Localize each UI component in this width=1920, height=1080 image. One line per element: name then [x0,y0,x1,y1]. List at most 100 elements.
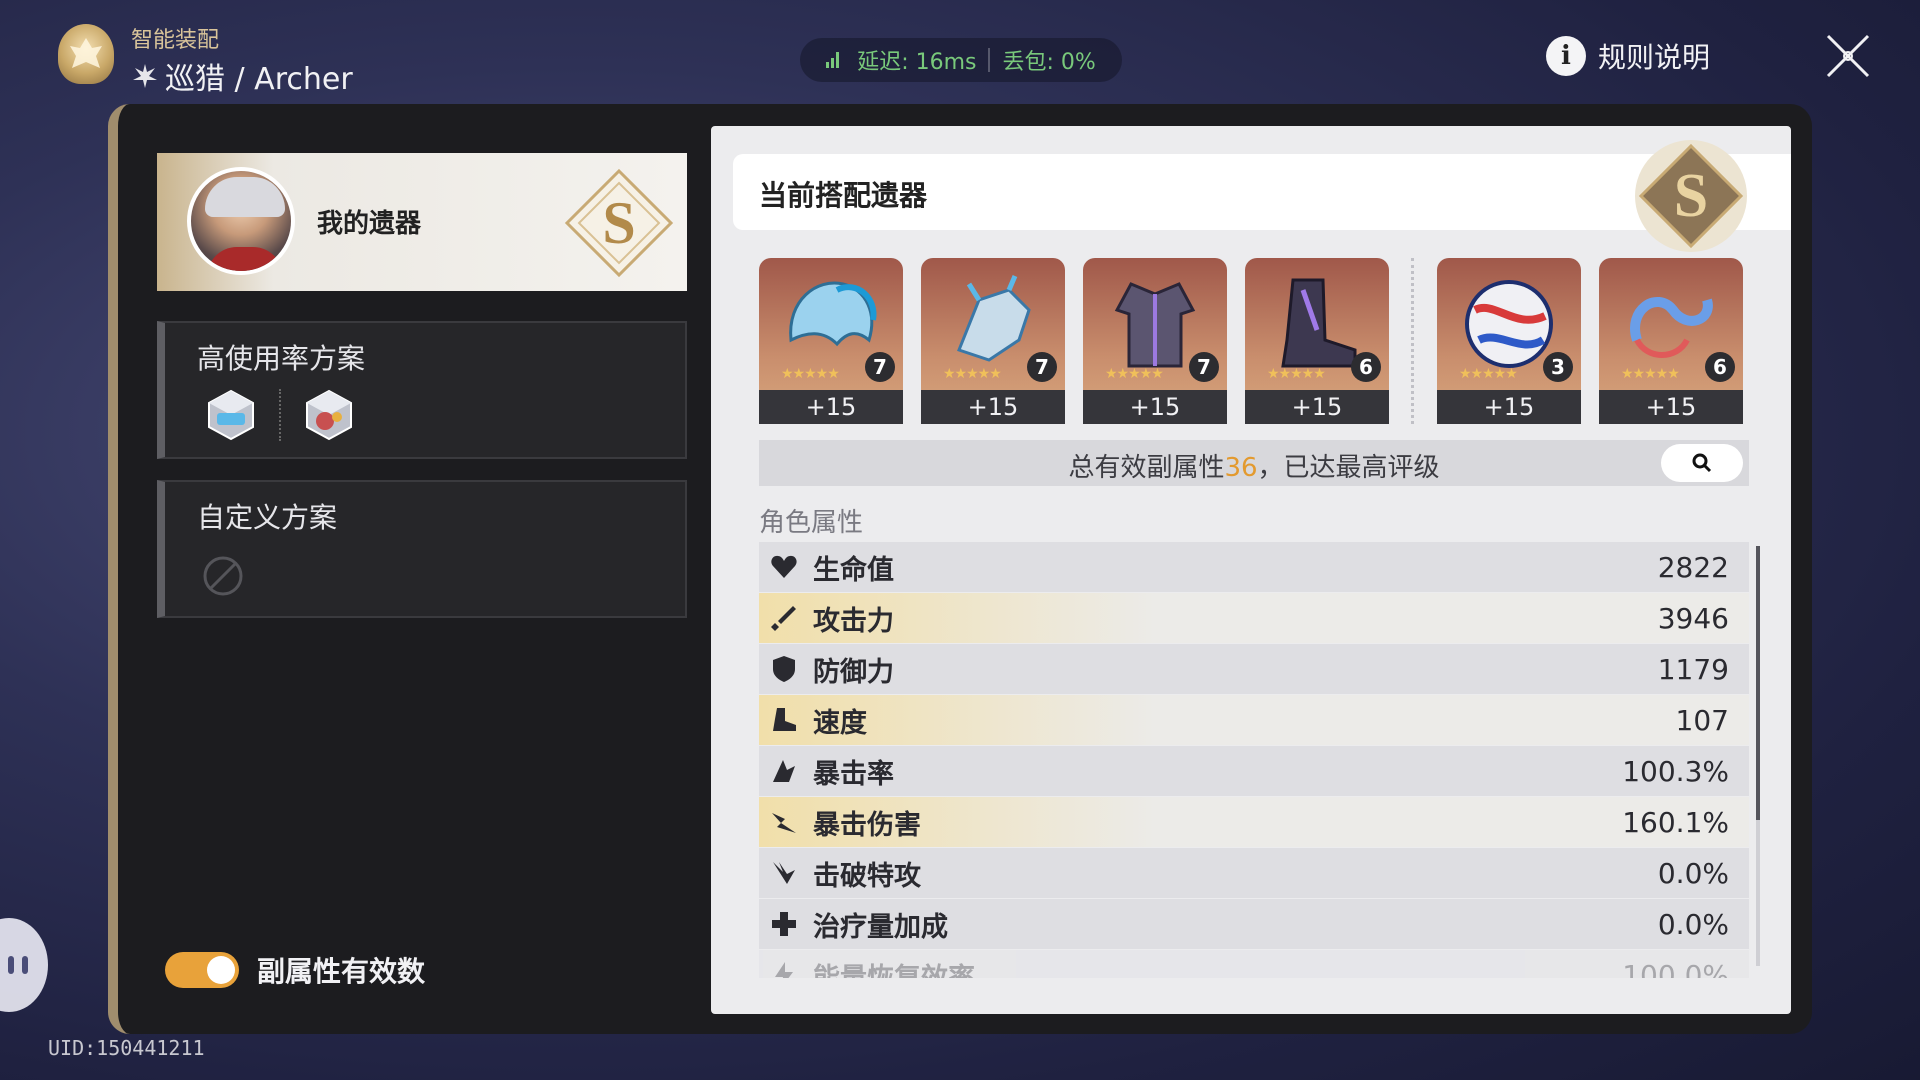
latency-text: 延迟: 16ms [857,50,977,75]
my-relic-card[interactable]: 我的遗器 S [157,153,687,291]
relic-enhance-level: +15 [1599,390,1743,424]
custom-title: 自定义方案 [197,501,338,534]
uid-text: UID:150441211 [48,1036,205,1060]
rank-badge: S [1633,138,1749,254]
search-button[interactable] [1661,444,1743,482]
stat-name: 防御力 [813,656,894,688]
current-relics-panel: 当前搭配遗器 S ★★★★★ 7 +15 ★★★★★ 7 +15 ★★★★★ 7… [711,126,1791,1014]
relic-enhance-level: +15 [759,390,903,424]
network-status: 延迟: 16ms 丢包: 0% [800,38,1122,82]
stat-row-crit-rate: 暴击率 100.3% [759,746,1749,796]
stat-name: 治疗量加成 [813,911,948,943]
relic-stars: ★★★★★ [781,366,840,382]
substat-summary-bar: 总有效副属性36，已达最高评级 [759,440,1749,486]
relic-head[interactable]: ★★★★★ 7 +15 [759,258,903,424]
stat-name: 击破特攻 [813,860,921,892]
my-relic-label: 我的遗器 [317,209,422,239]
relic-stars: ★★★★★ [943,366,1002,382]
character-name: 巡猎 / Archer [165,62,353,97]
relic-stars: ★★★★★ [1105,366,1164,382]
rules-button[interactable]: i 规则说明 [1546,34,1710,78]
toggle-label: 副属性有效数 [257,955,426,988]
stat-row-break: 击破特攻 0.0% [759,848,1749,898]
rules-label: 规则说明 [1598,41,1711,74]
stat-name: 生命值 [813,554,894,586]
relic-level-badge: 6 [1705,352,1735,382]
sword-icon [771,606,796,631]
stat-value: 0.0% [1657,907,1729,941]
effective-substats-toggle[interactable] [165,952,239,988]
stat-row-spd: 速度 107 [759,695,1749,745]
high-usage-title: 高使用率方案 [197,342,366,375]
scrollbar-thumb[interactable] [1756,546,1760,820]
stat-row-atk: 攻击力 3946 [759,593,1749,643]
relic-level-badge: 7 [1027,352,1057,382]
substat-count: 36 [1224,453,1258,483]
rank-badge: S [563,167,675,279]
boot-icon [773,708,796,731]
empty-slot-icon[interactable] [201,554,245,598]
preset-cube-icon[interactable] [301,387,357,443]
relic-level-badge: 6 [1351,352,1381,382]
heart-icon [771,555,797,578]
character-emblem-icon [58,24,114,84]
divider [1411,258,1414,424]
divider [988,48,991,72]
relic-stars: ★★★★★ [1267,366,1326,382]
heal-icon [772,912,796,936]
stat-value: 2822 [1657,550,1729,584]
relic-enhance-level: +15 [1245,390,1389,424]
side-handle[interactable] [0,918,48,1012]
custom-section: 自定义方案 [157,480,687,618]
relic-row: ★★★★★ 7 +15 ★★★★★ 7 +15 ★★★★★ 7 +15 ★★★★… [759,258,1749,424]
preset-cube-icon[interactable] [203,387,259,443]
current-relics-header: 当前搭配遗器 S [733,140,1791,252]
stat-value: 1179 [1657,652,1729,686]
stat-value: 0.0% [1657,856,1729,890]
stat-value: 107 [1675,703,1729,737]
relic-enhance-level: +15 [1083,390,1227,424]
attributes-heading: 角色属性 [759,508,864,538]
relic-hands[interactable]: ★★★★★ 7 +15 [921,258,1065,424]
character-title: 巡猎 / Archer [131,54,353,98]
search-icon [1692,453,1712,473]
substat-summary: 总有效副属性36，已达最高评级 [1068,453,1440,483]
stat-row-hp: 生命值 2822 [759,542,1749,592]
crit-dmg-icon [772,813,796,833]
stat-list: 生命值 2822 攻击力 3946 防御力 1179 速度 107 暴击率 10… [759,542,1749,978]
relic-enhance-level: +15 [921,390,1065,424]
stat-value: 100.0% [1622,958,1729,979]
relic-level-badge: 3 [1543,352,1573,382]
stat-name: 暴击率 [813,758,894,790]
stat-name: 攻击力 [813,605,894,637]
high-usage-section: 高使用率方案 [157,321,687,459]
relic-level-badge: 7 [865,352,895,382]
signal-icon [826,52,840,68]
relic-sphere[interactable]: ★★★★★ 3 +15 [1437,258,1581,424]
relic-feet[interactable]: ★★★★★ 6 +15 [1245,258,1389,424]
stat-name: 速度 [813,707,867,739]
stat-name: 能量恢复效率 [813,962,975,979]
relic-rope[interactable]: ★★★★★ 6 +15 [1599,258,1743,424]
stat-name: 暴击伤害 [813,809,921,841]
stat-row-crit-dmg: 暴击伤害 160.1% [759,797,1749,847]
shield-icon [773,656,795,682]
relic-enhance-level: +15 [1437,390,1581,424]
header-subtitle: 智能装配 [131,28,220,53]
relic-level-badge: 7 [1189,352,1219,382]
packet-loss-text: 丢包: 0% [1002,50,1096,75]
relic-body[interactable]: ★★★★★ 7 +15 [1083,258,1227,424]
relic-stars: ★★★★★ [1621,366,1680,382]
close-icon[interactable] [1822,30,1874,82]
stat-row-energy: 能量恢复效率 100.0% [759,950,1749,978]
stat-row-heal: 治疗量加成 0.0% [759,899,1749,949]
stat-value: 100.3% [1622,754,1729,788]
avatar [187,167,295,275]
crit-rate-icon [773,760,795,782]
stat-value: 3946 [1657,601,1729,635]
current-relics-title: 当前搭配遗器 [759,179,928,212]
stat-value: 160.1% [1622,805,1729,839]
stat-row-def: 防御力 1179 [759,644,1749,694]
divider [279,389,281,441]
energy-icon [775,962,793,978]
